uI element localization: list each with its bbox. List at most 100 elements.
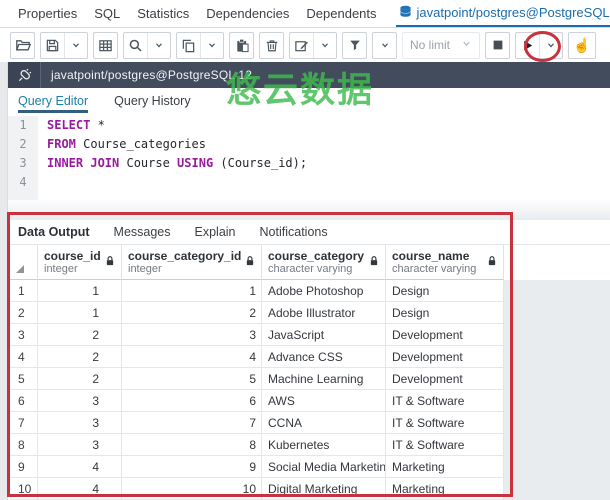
edit-options-button[interactable] (313, 32, 336, 58)
sql-editor[interactable]: 1 2 3 4 SELECT * FROM Course_categories INNER… (8, 113, 610, 200)
data-cell[interactable]: 4 (38, 456, 122, 478)
data-cell[interactable]: CCNA (262, 412, 386, 434)
row-number-cell[interactable]: 8 (10, 434, 38, 456)
save-data-changes-button[interactable] (94, 33, 117, 58)
execute-options-button[interactable] (539, 32, 562, 58)
column-header-course_id[interactable]: course_id integer (38, 245, 122, 280)
table-row: 1 1 1 Adobe Photoshop Design (10, 280, 610, 302)
row-number-cell[interactable]: 2 (10, 302, 38, 324)
output-tab-messages[interactable]: Messages (114, 225, 171, 239)
data-cell[interactable]: Design (386, 280, 504, 302)
output-tab-explain[interactable]: Explain (195, 225, 236, 239)
tab-query-history[interactable]: Query History (114, 94, 190, 113)
data-cell[interactable]: 9 (122, 456, 262, 478)
data-cell[interactable]: 1 (38, 302, 122, 324)
data-cell[interactable]: IT & Software (386, 412, 504, 434)
data-cell[interactable]: AWS (262, 390, 386, 412)
sql-line[interactable]: FROM Course_categories (47, 135, 610, 154)
data-cell[interactable]: Development (386, 324, 504, 346)
data-cell[interactable]: Marketing (386, 456, 504, 478)
sql-line[interactable]: SELECT * (47, 116, 610, 135)
data-cell[interactable]: 7 (122, 412, 262, 434)
query-tool-tab[interactable]: javatpoint/postgres@PostgreSQL 12 * (395, 0, 610, 27)
data-cell[interactable]: Adobe Illustrator (262, 302, 386, 324)
row-number-cell[interactable]: 5 (10, 368, 38, 390)
data-cell[interactable]: 8 (122, 434, 262, 456)
find-button[interactable] (124, 33, 147, 58)
data-cell[interactable]: Advance CSS (262, 346, 386, 368)
data-cell[interactable]: 2 (38, 346, 122, 368)
menu-tab-dependencies[interactable]: Dependencies (206, 0, 289, 27)
menu-tab-sql[interactable]: SQL (94, 0, 120, 27)
select-all-corner[interactable] (10, 245, 38, 280)
output-tab-notifications[interactable]: Notifications (260, 225, 328, 239)
open-file-button[interactable] (11, 33, 34, 58)
cancel-query-button[interactable] (486, 33, 509, 58)
data-cell[interactable]: IT & Software (386, 390, 504, 412)
delete-row-button[interactable] (260, 33, 283, 58)
row-number-cell[interactable]: 7 (10, 412, 38, 434)
edit-button[interactable] (290, 33, 313, 58)
data-cell[interactable]: IT & Software (386, 434, 504, 456)
copy-button[interactable] (177, 33, 200, 58)
row-number-cell[interactable]: 3 (10, 324, 38, 346)
macros-button[interactable]: ☝ (569, 33, 595, 58)
data-cell[interactable]: 2 (38, 368, 122, 390)
data-cell[interactable]: 3 (38, 412, 122, 434)
data-cell[interactable]: 6 (122, 390, 262, 412)
data-cell[interactable]: Kubernetes (262, 434, 386, 456)
paste-button[interactable] (230, 33, 253, 58)
menu-tab-dependents[interactable]: Dependents (306, 0, 376, 27)
tab-query-editor[interactable]: Query Editor (18, 94, 89, 113)
data-cell[interactable]: 2 (38, 324, 122, 346)
edit-icon (294, 38, 309, 53)
column-header-course_category[interactable]: course_category character varying (262, 245, 386, 280)
find-options-button[interactable] (147, 32, 170, 58)
limit-select[interactable]: No limit (402, 31, 480, 59)
data-cell[interactable]: 1 (38, 280, 122, 302)
line-number: 1 (19, 118, 27, 132)
copy-options-button[interactable] (200, 32, 223, 58)
data-cell[interactable]: 4 (38, 478, 122, 500)
data-cell[interactable]: Machine Learning (262, 368, 386, 390)
data-cell[interactable]: JavaScript (262, 324, 386, 346)
execute-query-button[interactable] (516, 33, 539, 58)
output-tab-data-output[interactable]: Data Output (18, 225, 90, 239)
data-cell[interactable]: Development (386, 368, 504, 390)
menu-tab-properties[interactable]: Properties (18, 0, 77, 27)
row-number-cell[interactable]: 4 (10, 346, 38, 368)
editor-tabbar: Query Editor Query History (8, 88, 610, 113)
row-number-cell[interactable]: 9 (10, 456, 38, 478)
data-cell[interactable]: Development (386, 346, 504, 368)
sql-line[interactable] (47, 173, 610, 192)
data-cell[interactable]: Design (386, 302, 504, 324)
row-number-cell[interactable]: 10 (10, 478, 38, 500)
column-header-course_name[interactable]: course_name character varying (386, 245, 504, 280)
data-cell[interactable]: 5 (122, 368, 262, 390)
data-cell[interactable]: 10 (122, 478, 262, 500)
save-options-button[interactable] (64, 32, 87, 58)
row-number-cell[interactable]: 6 (10, 390, 38, 412)
menu-tab-statistics[interactable]: Statistics (137, 0, 189, 27)
data-cell[interactable]: Digital Marketing (262, 478, 386, 500)
data-cell[interactable]: 2 (122, 302, 262, 324)
filter-options-button[interactable] (373, 33, 396, 58)
search-icon (128, 38, 143, 53)
data-cell[interactable]: 3 (38, 434, 122, 456)
data-cell[interactable]: Social Media Marketing (262, 456, 386, 478)
query-tool-tab-label: javatpoint/postgres@PostgreSQL 12 * (416, 5, 610, 20)
data-cell[interactable]: 4 (122, 346, 262, 368)
sql-line[interactable]: INNER JOIN Course USING (Course_id); (47, 154, 610, 173)
data-cell[interactable]: 3 (38, 390, 122, 412)
data-cell[interactable]: Marketing (386, 478, 504, 500)
hand-pointer-icon: ☝ (573, 36, 591, 53)
row-number-cell[interactable]: 1 (10, 280, 38, 302)
data-cell[interactable]: 3 (122, 324, 262, 346)
data-cell[interactable]: 1 (122, 280, 262, 302)
column-header-course_category_id[interactable]: course_category_id integer (122, 245, 262, 280)
data-cell[interactable]: Adobe Photoshop (262, 280, 386, 302)
sql-code[interactable]: SELECT * FROM Course_categories INNER JOIN… (38, 116, 610, 200)
filter-button[interactable] (343, 33, 366, 58)
save-button[interactable] (41, 33, 64, 58)
panel-splitter[interactable] (8, 200, 610, 220)
